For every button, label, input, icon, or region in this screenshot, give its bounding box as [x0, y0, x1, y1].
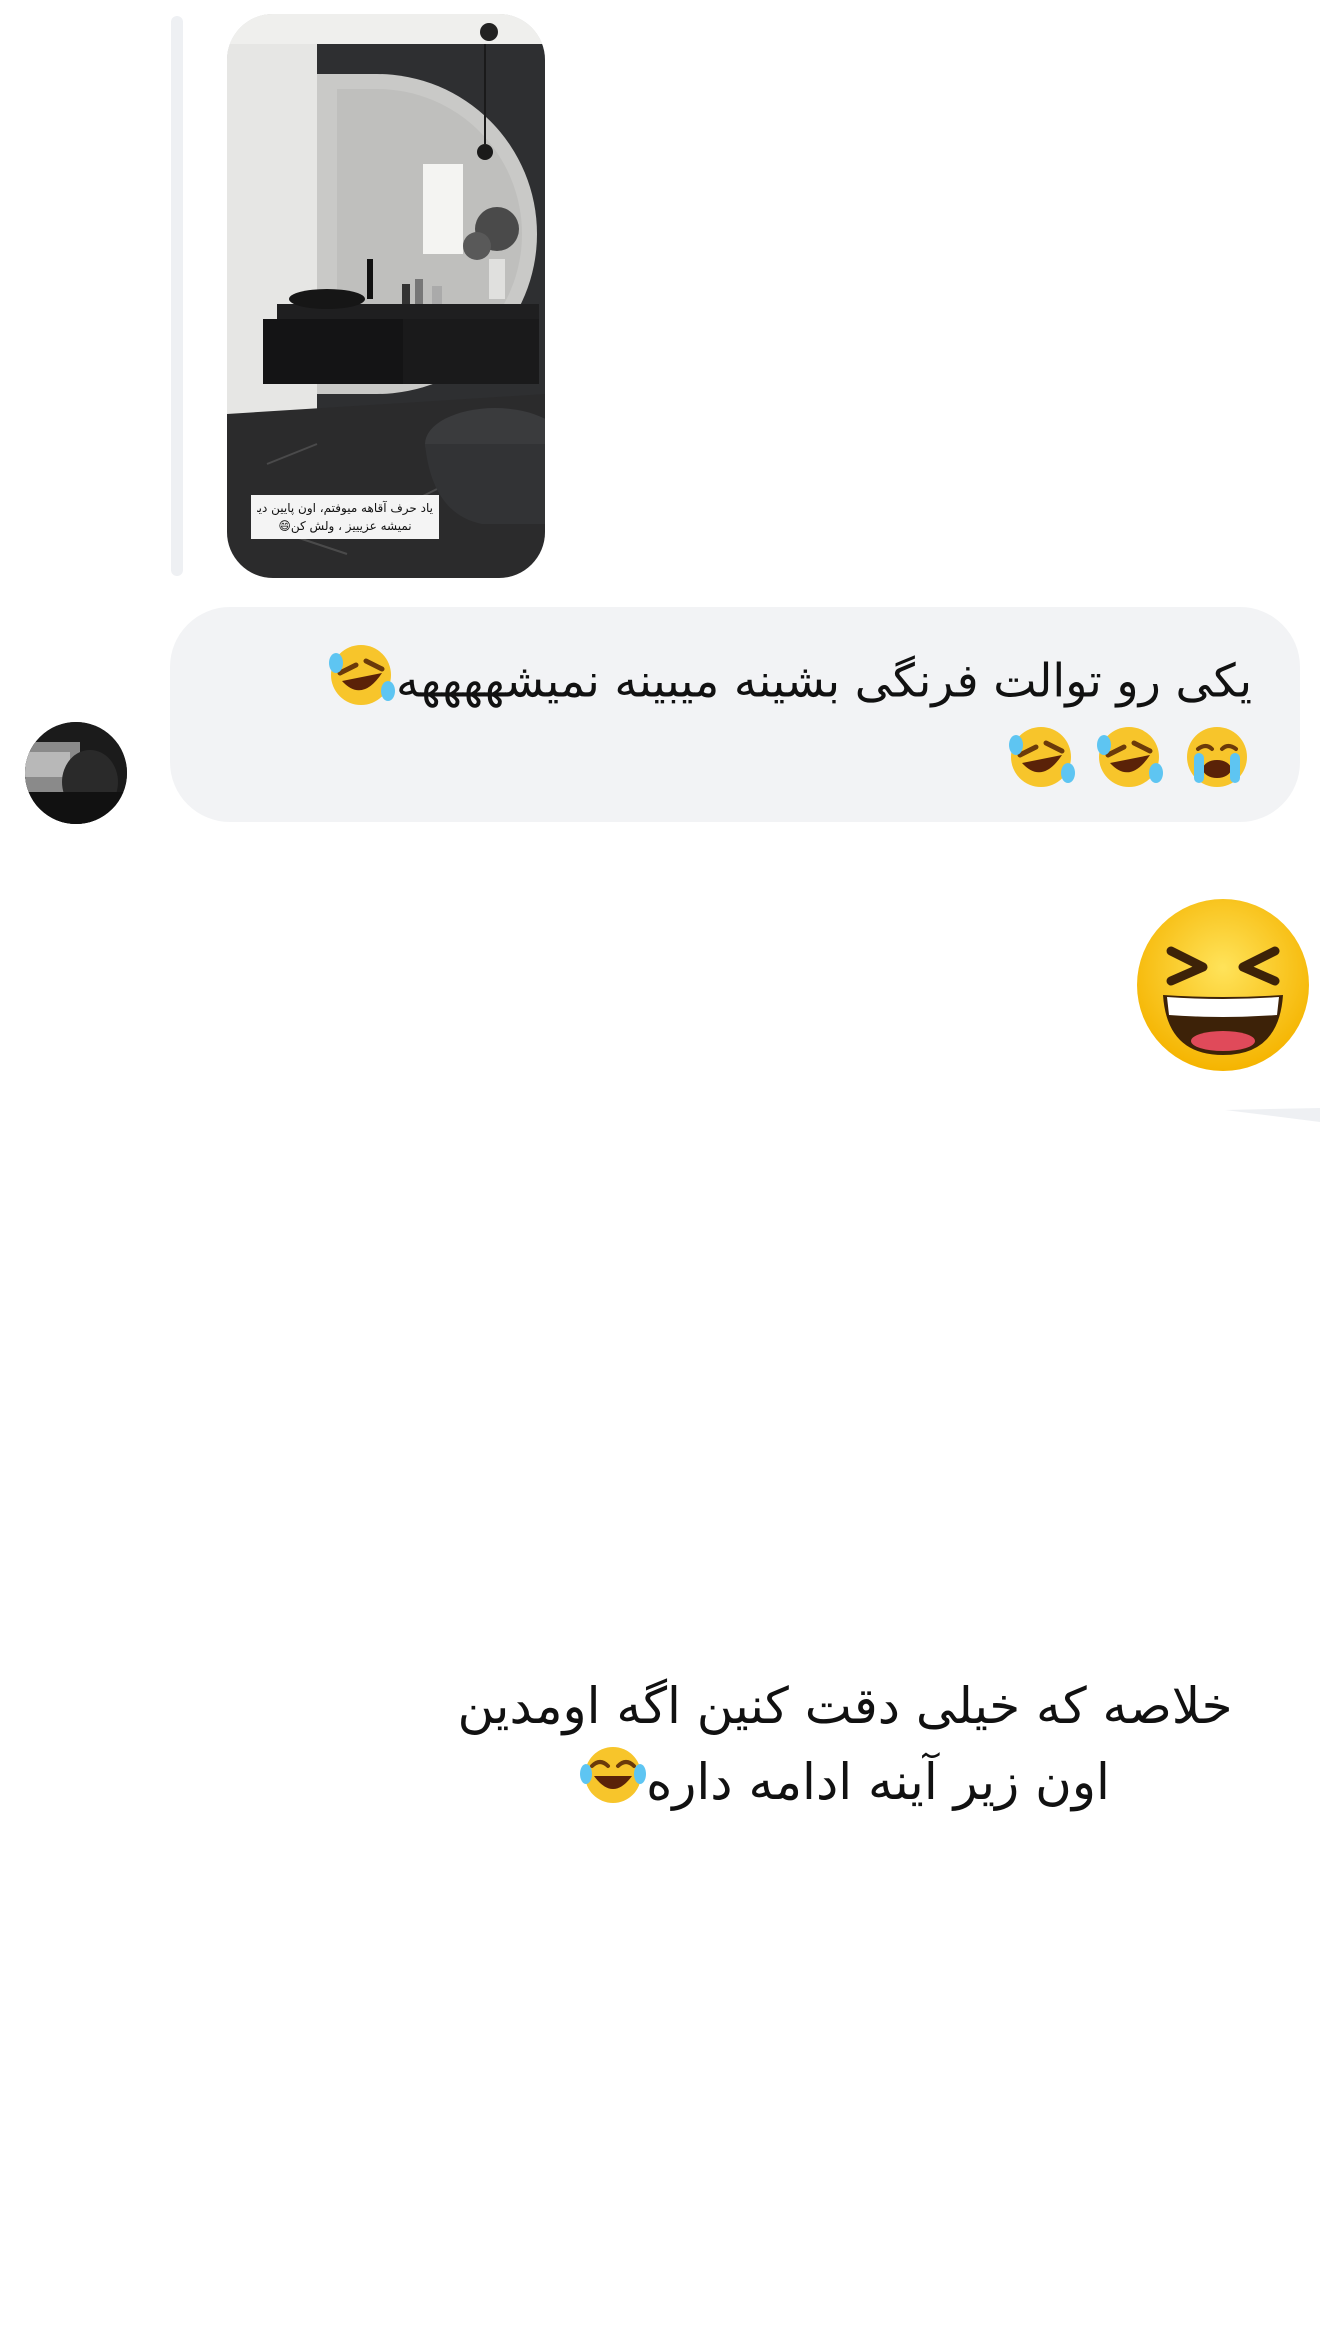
- rofl-emoji: [326, 643, 396, 725]
- message-line-2: [216, 725, 1252, 807]
- caption-line-1: خلاصه که خیلی دقت کنین اگه اومدین: [457, 1677, 1233, 1735]
- message-text: یکی رو توالت فرنگی بشینه میبینه نمیشهههه…: [395, 653, 1252, 708]
- chat-screen: یاد حرف آقاهه میوفتم، اون پایین دیده نمی…: [0, 0, 1320, 2346]
- story-reply-preview[interactable]: یاد حرف آقاهه میوفتم، اون پایین دیده نمی…: [227, 14, 545, 578]
- tears-of-joy-emoji: [580, 1744, 647, 1827]
- caption-line-2: اون زیر آینه ادامه داره: [420, 1744, 1270, 1827]
- story-caption: یاد حرف آقاهه میوفتم، اون پایین دیده نمی…: [251, 495, 439, 539]
- reply-indicator-bar: [171, 16, 183, 576]
- overlay-caption: خلاصه که خیلی دقت کنین اگه اومدین اون زی…: [420, 1668, 1270, 1827]
- grinning-squinting-face-emoji[interactable]: [1133, 895, 1313, 1075]
- crying-emoji: [1182, 725, 1252, 807]
- story-caption-line2: نمیشه عزیییز ، ولش کن😄: [278, 519, 412, 533]
- message-line-1: یکی رو توالت فرنگی بشینه میبینه نمیشهههه…: [216, 643, 1252, 725]
- incoming-message-bubble[interactable]: یکی رو توالت فرنگی بشینه میبینه نمیشهههه…: [170, 607, 1300, 822]
- avatar-image: [25, 722, 127, 824]
- story-caption-line1: یاد حرف آقاهه میوفتم، اون پایین دیده: [257, 501, 433, 515]
- caption-line-2-text: اون زیر آینه ادامه داره: [646, 1753, 1110, 1811]
- rofl-emoji: [1094, 725, 1164, 807]
- bathroom-photo: [227, 14, 545, 578]
- divider-sliver: [1225, 1108, 1320, 1122]
- rofl-emoji: [1006, 725, 1076, 807]
- avatar[interactable]: [25, 722, 127, 824]
